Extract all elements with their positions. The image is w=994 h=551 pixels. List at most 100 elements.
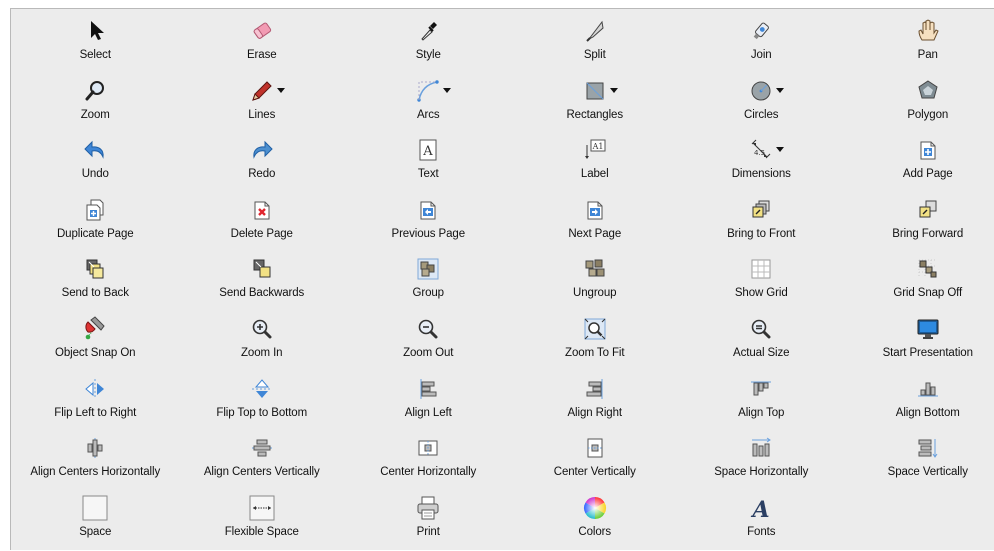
toolbar-item-duplicate-page[interactable]: Duplicate Page [12,194,179,254]
toolbar-item-circles[interactable]: Circles [678,75,845,135]
toolbar-item-zoom-to-fit[interactable]: Zoom To Fit [512,313,679,373]
toolbar-item-label: Flip Top to Bottom [216,407,307,419]
toolbar-item-label: Grid Snap Off [893,287,962,299]
toolbar-item-split[interactable]: Split [512,15,679,75]
toolbar-item-send-backwards[interactable]: Send Backwards [179,253,346,313]
label-icon: A1 [581,136,609,164]
toolbar-item-select[interactable]: Select [12,15,179,75]
toolbar-item-label: Zoom Out [403,347,453,359]
grid-icon [747,255,775,283]
toolbar-item-erase[interactable]: Erase [179,15,346,75]
space-vertical-icon [914,434,942,462]
toolbar-item-lines[interactable]: Lines [179,75,346,135]
toolbar-item-align-left[interactable]: Align Left [345,373,512,433]
toolbar-item-grid: SelectErase Style Split Join Pan Zoom Lines Arc… [12,15,994,551]
toolbar-item-actual-size[interactable]: Actual Size [678,313,845,373]
toolbar-item-label: Flip Left to Right [54,407,136,419]
toolbar-item-arcs[interactable]: Arcs [345,75,512,135]
toolbar-item-redo[interactable]: Redo [179,134,346,194]
toolbar-customization-palette: SelectErase Style Split Join Pan Zoom Lines Arc… [10,8,994,550]
center-horizontal-icon [414,434,442,462]
toolbar-item-align-centers-horizontally[interactable]: Align Centers Horizontally [12,432,179,492]
toolbar-item-zoom-in[interactable]: Zoom In [179,313,346,373]
grid-snap-icon [914,255,942,283]
toolbar-item-ungroup[interactable]: Ungroup [512,253,679,313]
toolbar-item-label: Align Centers Horizontally [30,466,160,478]
bring-to-front-icon [747,196,775,224]
toolbar-item-start-presentation[interactable]: Start Presentation [845,313,994,373]
toolbar-item-label: Center Horizontally [380,466,476,478]
toolbar-item-show-grid[interactable]: Show Grid [678,253,845,313]
toolbar-item-label: Rectangles [566,109,623,121]
toolbar-item-label: Style [416,49,441,61]
toolbar-item-label: Bring Forward [892,228,963,240]
toolbar-item-label: Align Right [567,407,622,419]
toolbar-item-dimensions[interactable]: 4.5Dimensions [678,134,845,194]
toolbar-item-send-to-back[interactable]: Send to Back [12,253,179,313]
toolbar-item-label: Polygon [907,109,948,121]
toolbar-item-label: Duplicate Page [57,228,134,240]
toolbar-item-object-snap-on[interactable]: Object Snap On [12,313,179,373]
toolbar-item-colors[interactable]: Colors [512,492,679,551]
toolbar-item-grid-snap-off[interactable]: Grid Snap Off [845,253,994,313]
toolbar-item-label: Pan [918,49,938,61]
toolbar-item-label: Align Left [405,407,452,419]
toolbar-item-text[interactable]: AText [345,134,512,194]
polygon-icon [914,77,942,105]
toolbar-item-align-top[interactable]: Align Top [678,373,845,433]
toolbar-item-flip-top-to-bottom[interactable]: Flip Top to Bottom [179,373,346,433]
toolbar-item-bring-forward[interactable]: Bring Forward [845,194,994,254]
toolbar-item-label: Undo [82,168,109,180]
toolbar-item-zoom-out[interactable]: Zoom Out [345,313,512,373]
toolbar-item-flip-left-to-right[interactable]: Flip Left to Right [12,373,179,433]
toolbar-item-fonts[interactable]: AFonts [678,492,845,551]
toolbar-item-align-bottom[interactable]: Align Bottom [845,373,994,433]
toolbar-item-label: Space Vertically [888,466,968,478]
toolbar-item-label: Circles [744,109,778,121]
toolbar-item-label: Space Horizontally [714,466,808,478]
toolbar-item-space-vertically[interactable]: Space Vertically [845,432,994,492]
flexible-space-icon [248,494,276,522]
toolbar-item-space-horizontally[interactable]: Space Horizontally [678,432,845,492]
toolbar-item-label: Lines [248,109,275,121]
toolbar-item-delete-page[interactable]: Delete Page [179,194,346,254]
rectangle-icon [581,77,609,105]
toolbar-item-label: Start Presentation [883,347,973,359]
toolbar-item-style[interactable]: Style [345,15,512,75]
svg-text:A: A [751,497,770,521]
toolbar-item-flexible-space[interactable]: Flexible Space [179,492,346,551]
previous-page-icon [414,196,442,224]
toolbar-item-center-vertically[interactable]: Center Vertically [512,432,679,492]
color-wheel-icon [581,494,609,522]
toolbar-item-pan[interactable]: Pan [845,15,994,75]
redo-arrow-icon [248,136,276,164]
dropdown-arrow-icon [776,147,784,152]
eyedropper-icon [414,17,442,45]
toolbar-item-rectangles[interactable]: Rectangles [512,75,679,135]
toolbar-item-align-centers-vertically[interactable]: Align Centers Vertically [179,432,346,492]
toolbar-item-undo[interactable]: Undo [12,134,179,194]
toolbar-item-center-horizontally[interactable]: Center Horizontally [345,432,512,492]
toolbar-item-label: Redo [248,168,275,180]
toolbar-item-previous-page[interactable]: Previous Page [345,194,512,254]
toolbar-item-label: Split [584,49,606,61]
align-top-icon [747,375,775,403]
ungroup-icon [581,255,609,283]
toolbar-item-space[interactable]: Space [12,492,179,551]
toolbar-item-label: Actual Size [733,347,789,359]
toolbar-item-label: Send to Back [62,287,129,299]
magnifier-icon [81,77,109,105]
toolbar-item-zoom[interactable]: Zoom [12,75,179,135]
toolbar-item-align-right[interactable]: Align Right [512,373,679,433]
toolbar-item-label: Bring to Front [727,228,795,240]
toolbar-item-label: Dimensions [732,168,791,180]
toolbar-item-next-page[interactable]: Next Page [512,194,679,254]
toolbar-item-add-page[interactable]: Add Page [845,134,994,194]
toolbar-item-polygon[interactable]: Polygon [845,75,994,135]
toolbar-item-join[interactable]: Join [678,15,845,75]
toolbar-item-label[interactable]: A1Label [512,134,679,194]
toolbar-item-group[interactable]: Group [345,253,512,313]
toolbar-item-print[interactable]: Print [345,492,512,551]
send-to-back-icon [81,255,109,283]
toolbar-item-bring-to-front[interactable]: Bring to Front [678,194,845,254]
